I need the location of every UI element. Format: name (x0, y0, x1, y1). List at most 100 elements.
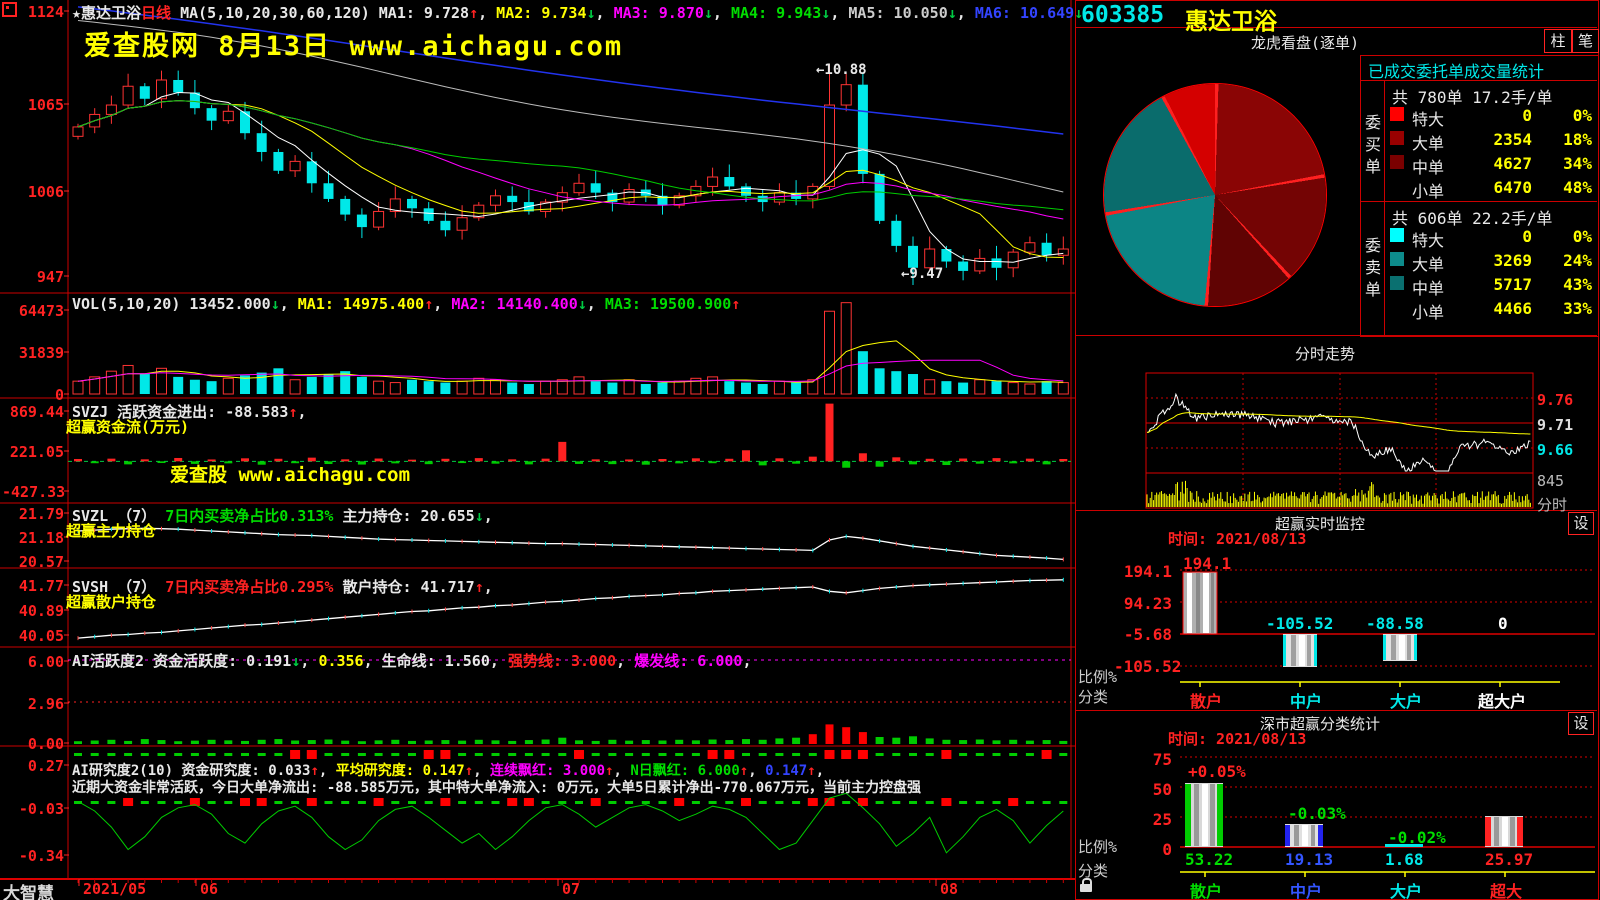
header-part: , (596, 4, 614, 22)
monitor-category-label: 散户 (1190, 688, 1222, 712)
monitor-bar-label: 0 (1498, 614, 1508, 633)
timeline-month-label: 06 (200, 880, 218, 898)
header-part: 日线 (141, 4, 171, 22)
header-part: , (478, 4, 496, 22)
svzl-subtitle: 超赢主力持仓 (66, 520, 156, 541)
header-part: ↑ (475, 578, 484, 596)
sell-row-pct: 0% (1538, 227, 1592, 246)
sell-row-pct: 33% (1538, 299, 1592, 318)
header-part: MA6: 10.649 (975, 4, 1074, 22)
ai2-description: 近期大资金非常活跃，今日大单净流出: -88.585万元，其中特大单净流入: 0… (72, 777, 921, 797)
sell-row-value: 4466 (1462, 299, 1532, 318)
szstats-title: 深市超赢分类统计 (1075, 713, 1565, 734)
header-part: 爆发线: 6.000 (634, 652, 742, 670)
szstats-time: 时间: 2021/08/13 (1168, 728, 1306, 749)
axis-label: 0.27 (2, 757, 64, 775)
header-part: MA2: 9.734 (496, 4, 586, 22)
szstats-value-label: 53.22 (1185, 850, 1233, 869)
intraday-price-mid: 9.71 (1537, 416, 1573, 434)
intraday-price-high: 9.76 (1537, 391, 1573, 409)
axis-label: 20.57 (2, 553, 64, 571)
axis-label: 21.18 (2, 529, 64, 547)
monitor-settings-button[interactable]: 设 (1568, 512, 1594, 535)
szstats-y-label: 比例% (1078, 836, 1117, 857)
monitor-category-label: 大户 (1390, 688, 1422, 712)
header-part: ↓ (271, 295, 280, 313)
szstats-category-label: 散户 (1190, 878, 1222, 900)
header-part: , (300, 652, 318, 670)
szstats-value-label: 25.97 (1485, 850, 1533, 869)
header-part: , (713, 4, 731, 22)
header-part: ★惠达卫浴 (72, 4, 141, 22)
header-part: MA3: 9.870 (614, 4, 704, 22)
trading-terminal: ★惠达卫浴日线 MA(5,10,20,30,60,120) MA1: 9.728… (0, 0, 1600, 900)
buy-row-label: 大单 (1412, 130, 1444, 154)
buy-row-label: 小单 (1412, 178, 1444, 202)
sell-row-swatch (1390, 276, 1404, 290)
sell-row-label: 大单 (1412, 251, 1444, 275)
header-part: VOL(5,10,20) 13452.000 (72, 295, 271, 313)
ai1-header: AI活跃度2 资金活跃度: 0.191↓, 0.356, 生命线: 1.560,… (72, 650, 751, 671)
annotation-low: ←9.47 (901, 266, 943, 282)
header-part: AI活跃度2 资金活跃度: 0.191 (72, 652, 291, 670)
intraday-x-label: 分时 (1537, 494, 1567, 515)
axis-label: 64473 (2, 302, 64, 320)
intraday-vol-label: 845 (1537, 472, 1564, 490)
header-part: 7日内买卖净占比0.313% (165, 507, 333, 525)
header-part: MA1: 9.728 (379, 4, 469, 22)
header-part: ↓ (475, 507, 484, 525)
monitor-time: 时间: 2021/08/13 (1168, 528, 1306, 549)
header-part: , (830, 4, 848, 22)
lock-icon[interactable] (1080, 884, 1092, 892)
szstats-category-label: 中户 (1290, 878, 1322, 900)
sell-side-label: 委卖单 (1364, 235, 1382, 301)
szstats-axis-label: 50 (1130, 780, 1172, 799)
header-part: ↓ (948, 4, 957, 22)
axis-label: 0.00 (2, 735, 64, 753)
header-part: MA1: 14975.400 (298, 295, 424, 313)
monitor-title: 超赢实时监控 (1075, 513, 1565, 534)
pen-mode-button[interactable]: 笔 (1572, 29, 1599, 53)
szstats-settings-button[interactable]: 设 (1568, 712, 1594, 735)
header-part: 主力持仓: 20.655 (333, 507, 474, 525)
szstats-x-label: 分类 (1078, 860, 1108, 881)
header-part: 散户持仓: 41.717 (333, 578, 474, 596)
axis-label: 2.96 (2, 695, 64, 713)
header-part: ↑ (731, 295, 740, 313)
sell-row-pct: 43% (1538, 275, 1592, 294)
buy-row-pct: 48% (1538, 178, 1592, 197)
header-part: , (587, 295, 605, 313)
header-part: ↑ (424, 295, 433, 313)
monitor-axis-label: -105.52 (1114, 657, 1172, 676)
szstats-value-label: 1.68 (1385, 850, 1424, 869)
szstats-category-label: 大户 (1390, 878, 1422, 900)
axis-label: 1065 (2, 96, 64, 114)
buy-row-swatch (1390, 107, 1404, 121)
header-part: MA3: 19500.900 (605, 295, 731, 313)
dragon-panel-title: 龙虎看盘(逐单) (1075, 32, 1535, 53)
axis-label: 869.44 (2, 403, 64, 421)
watermark-svzj: 爱查股 www.aichagu.com (170, 460, 410, 487)
main-chart-header: ★惠达卫浴日线 MA(5,10,20,30,60,120) MA1: 9.728… (72, 2, 1083, 23)
svzj-subtitle: 超赢资金流(万元) (66, 416, 189, 437)
axis-label: 1006 (2, 183, 64, 201)
stats-title: 已成交委托单成交量统计 (1368, 58, 1544, 82)
monitor-axis-label: -5.68 (1114, 625, 1172, 644)
svsh-subtitle: 超赢散户持仓 (66, 591, 156, 612)
szstats-pct-label: -0.02% (1388, 828, 1446, 847)
bar-mode-button[interactable]: 柱 (1544, 29, 1572, 53)
monitor-y-label: 比例% (1078, 666, 1117, 687)
szstats-axis-label: 25 (1130, 810, 1172, 829)
header-part: 0.356 (318, 652, 363, 670)
axis-label: 6.00 (2, 653, 64, 671)
header-part: , (280, 295, 298, 313)
buy-side-label: 委买单 (1364, 112, 1382, 178)
buy-row-pct: 0% (1538, 106, 1592, 125)
header-part: MA4: 9.943 (731, 4, 821, 22)
buy-summary: 共 780单 17.2手/单 (1392, 84, 1552, 108)
intraday-title: 分时走势 (1075, 343, 1575, 364)
header-part: MA2: 14140.400 (451, 295, 577, 313)
sell-row-value: 3269 (1462, 251, 1532, 270)
timeline-month-label: 08 (940, 880, 958, 898)
vol-header: VOL(5,10,20) 13452.000↓, MA1: 14975.400↑… (72, 295, 740, 313)
